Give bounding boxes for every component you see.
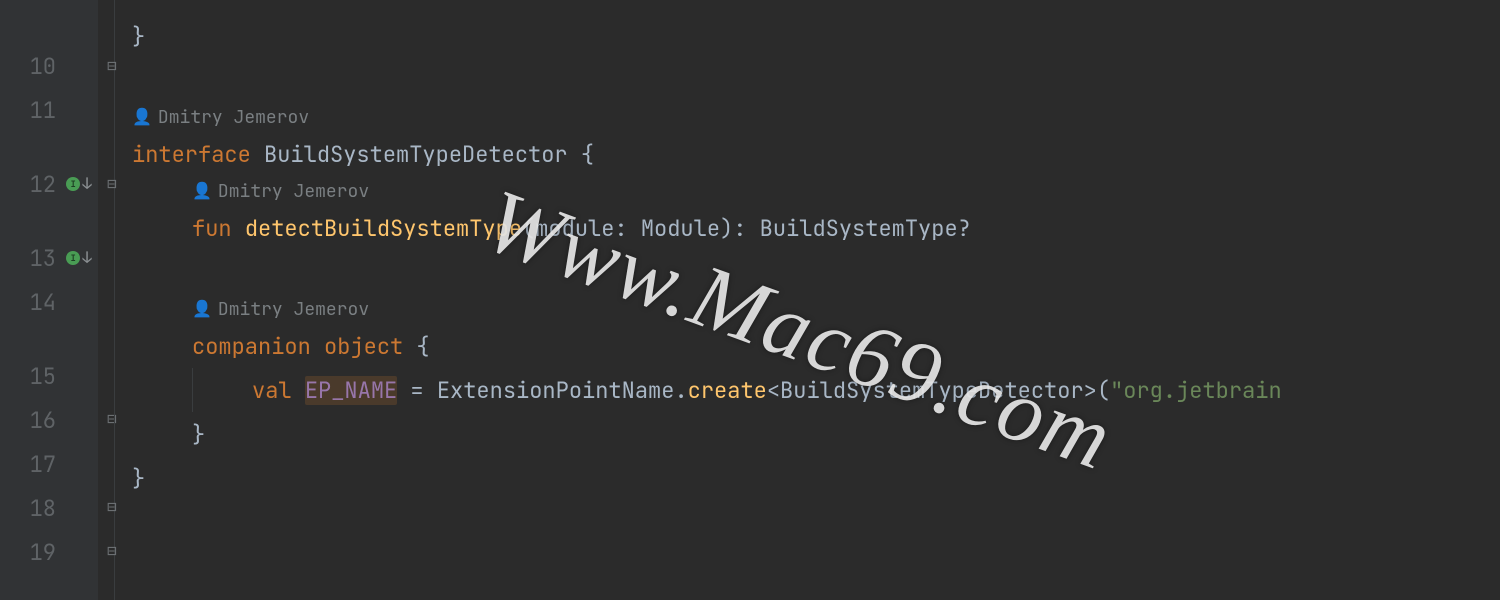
- gutter-row: [0, 132, 98, 162]
- method-name: create: [688, 376, 767, 405]
- line-number: 13: [30, 244, 56, 273]
- gutter-row: 10: [0, 44, 98, 88]
- function-name: detectBuildSystemType: [245, 214, 522, 243]
- code-line[interactable]: [98, 250, 1500, 294]
- brace: }: [192, 420, 205, 449]
- code-line[interactable]: companion object {: [98, 324, 1500, 368]
- gutter-row: 13 ↓: [0, 236, 98, 280]
- keyword: object: [324, 332, 416, 361]
- keyword: fun: [192, 214, 245, 243]
- line-number: 10: [30, 52, 56, 81]
- generic-type: BuildSystemTypeDetector: [780, 376, 1084, 405]
- brace: }: [132, 464, 145, 493]
- code-line[interactable]: interface BuildSystemTypeDetector {: [98, 132, 1500, 176]
- code-line[interactable]: [98, 0, 1500, 14]
- fold-toggle-icon[interactable]: ⊟: [104, 542, 120, 558]
- author-annotation[interactable]: 👤 Dmitry Jemerov: [98, 176, 1500, 206]
- angle: >: [1084, 376, 1097, 405]
- gutter-row: 16: [0, 398, 98, 442]
- code-line[interactable]: [98, 500, 1500, 544]
- paren: (: [522, 214, 535, 243]
- paren: ): [720, 214, 733, 243]
- code-line[interactable]: }: [98, 456, 1500, 500]
- author-annotation[interactable]: 👤 Dmitry Jemerov: [98, 102, 1500, 132]
- paren: (: [1097, 376, 1110, 405]
- type-name: BuildSystemTypeDetector: [264, 140, 581, 169]
- author-name: Dmitry Jemerov: [218, 298, 369, 321]
- fold-toggle-icon[interactable]: ⊟: [104, 175, 120, 191]
- code-line[interactable]: val EP_NAME = ExtensionPointName.create<…: [98, 368, 1500, 412]
- brace: {: [581, 140, 594, 169]
- line-number: 12: [30, 170, 56, 199]
- dot: .: [674, 376, 687, 405]
- colon: :: [733, 214, 759, 243]
- brace: }: [132, 22, 145, 51]
- gutter-row: [0, 0, 98, 44]
- string-literal: "org.jetbrain: [1110, 376, 1282, 405]
- code-editor[interactable]: 10 11 12 ↓ 13 ↓ 14 15 16 17 18 19 ⊟ ⊟: [0, 0, 1500, 600]
- code-line[interactable]: [98, 58, 1500, 102]
- code-line[interactable]: fun detectBuildSystemType(module: Module…: [98, 206, 1500, 250]
- colon: :: [614, 214, 640, 243]
- line-number: 18: [30, 494, 56, 523]
- line-number: 19: [30, 538, 56, 567]
- code-area[interactable]: ⊟ ⊟ ⊟ ⊟ ⊟ } 👤 Dmitry Jemerov interface B…: [98, 0, 1500, 600]
- gutter-row: 18: [0, 486, 98, 530]
- gutter-row: 12 ↓: [0, 162, 98, 206]
- gutter: 10 11 12 ↓ 13 ↓ 14 15 16 17 18 19: [0, 0, 98, 600]
- line-number: 17: [30, 450, 56, 479]
- implements-marker-icon[interactable]: ↓: [64, 247, 94, 269]
- param-name: module: [535, 214, 614, 243]
- keyword: val: [252, 376, 305, 405]
- class-ref: ExtensionPointName: [437, 376, 675, 405]
- gutter-row: 19: [0, 530, 98, 574]
- gutter-row: 11: [0, 88, 98, 132]
- author-name: Dmitry Jemerov: [158, 106, 309, 129]
- keyword: companion: [192, 332, 324, 361]
- implements-marker-icon[interactable]: ↓: [64, 173, 94, 195]
- param-type: Module: [641, 214, 720, 243]
- operator: =: [397, 376, 437, 405]
- code-token: [132, 0, 205, 14]
- line-number: 16: [30, 406, 56, 435]
- author-name: Dmitry Jemerov: [218, 180, 369, 203]
- property-name: EP_NAME: [305, 376, 397, 405]
- line-number: 14: [30, 288, 56, 317]
- gutter-row: 14: [0, 280, 98, 324]
- code-line[interactable]: }: [98, 14, 1500, 58]
- code-line[interactable]: }: [98, 412, 1500, 456]
- gutter-row: [0, 324, 98, 354]
- return-type: BuildSystemType?: [760, 214, 971, 243]
- keyword: interface: [132, 140, 264, 169]
- gutter-row: [0, 206, 98, 236]
- line-number: 11: [30, 96, 56, 125]
- author-annotation[interactable]: 👤 Dmitry Jemerov: [98, 294, 1500, 324]
- angle: <: [767, 376, 780, 405]
- brace: {: [416, 332, 429, 361]
- gutter-row: 17: [0, 442, 98, 486]
- gutter-row: 15: [0, 354, 98, 398]
- line-number: 15: [30, 362, 56, 391]
